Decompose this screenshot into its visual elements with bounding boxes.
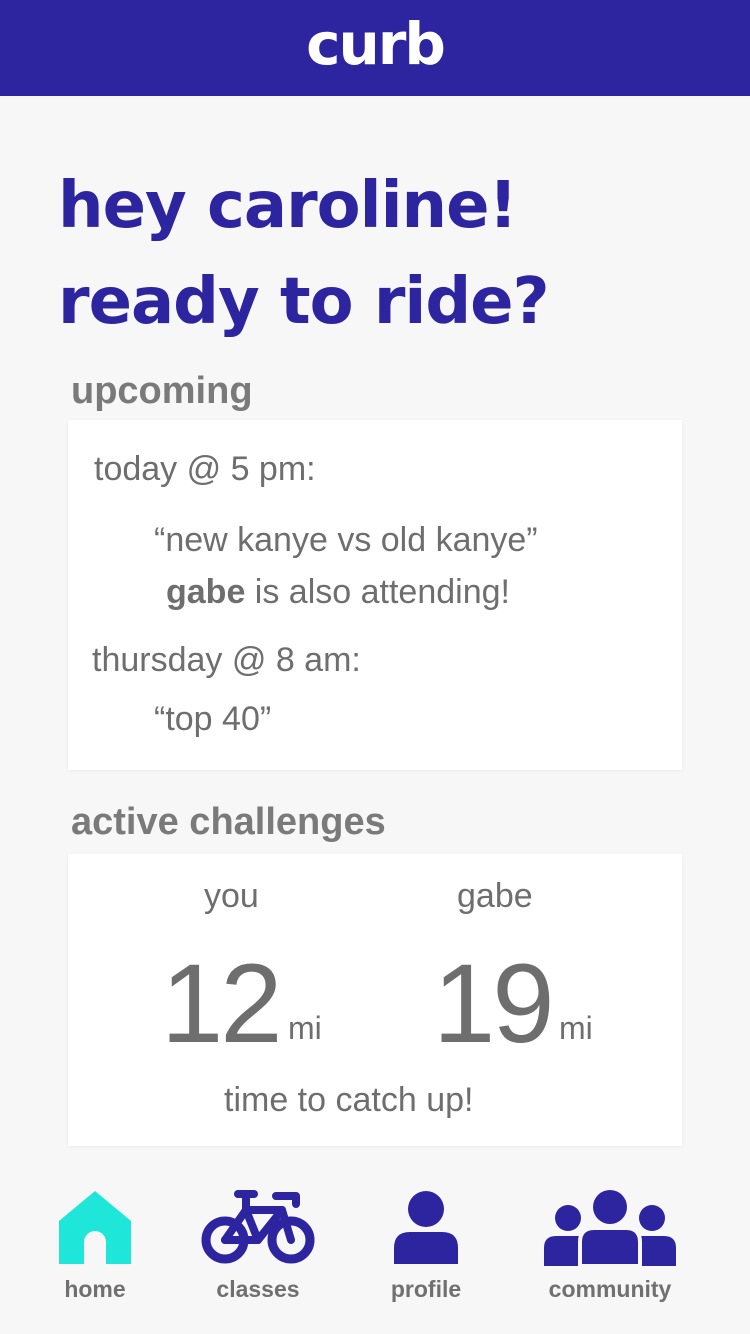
- nav-classes[interactable]: classes: [188, 1170, 328, 1330]
- upcoming-entry-class[interactable]: “new kanye vs old kanye”: [154, 521, 538, 560]
- nav-community[interactable]: community: [530, 1170, 690, 1330]
- upcoming-entry-time: thursday @ 8 am:: [92, 641, 361, 679]
- upcoming-card: today @ 5 pm: “new kanye vs old kanye” g…: [68, 420, 682, 770]
- nav-profile[interactable]: profile: [380, 1170, 472, 1330]
- home-icon: [59, 1191, 131, 1264]
- challenger-name: gabe: [457, 877, 533, 915]
- challenge-card: you gabe 12 mi 19 mi time to catch up!: [68, 854, 682, 1146]
- upcoming-entry-class[interactable]: “top 40”: [154, 700, 271, 739]
- attendee-note: gabe is also attending!: [166, 573, 510, 612]
- nav-label: classes: [216, 1276, 300, 1302]
- challenger-distance: 12: [161, 941, 283, 1066]
- nav-label: home: [64, 1276, 126, 1302]
- challenge-message: time to catch up!: [224, 1081, 474, 1119]
- challenges-section-title: active challenges: [71, 801, 386, 843]
- upcoming-entry-time: today @ 5 pm:: [94, 450, 316, 488]
- bottom-nav: home classes profile community: [0, 1170, 750, 1334]
- attendee-note-text: is also attending!: [245, 573, 510, 611]
- app-header: curb: [0, 0, 750, 96]
- challenger-name: you: [204, 877, 259, 915]
- nav-label: profile: [390, 1276, 462, 1302]
- person-icon: [394, 1191, 458, 1264]
- upcoming-section-title: upcoming: [71, 370, 253, 412]
- distance-unit: mi: [288, 1010, 322, 1046]
- greeting-heading: hey caroline! ready to ride?: [58, 169, 550, 339]
- distance-unit: mi: [559, 1010, 593, 1046]
- group-icon: [544, 1190, 676, 1266]
- nav-home[interactable]: home: [46, 1170, 144, 1330]
- nav-label: community: [548, 1276, 672, 1302]
- app-logo: curb: [306, 10, 446, 78]
- bicycle-icon: [201, 1190, 315, 1264]
- attendee-name[interactable]: gabe: [166, 573, 245, 611]
- challenger-distance: 19: [433, 941, 555, 1066]
